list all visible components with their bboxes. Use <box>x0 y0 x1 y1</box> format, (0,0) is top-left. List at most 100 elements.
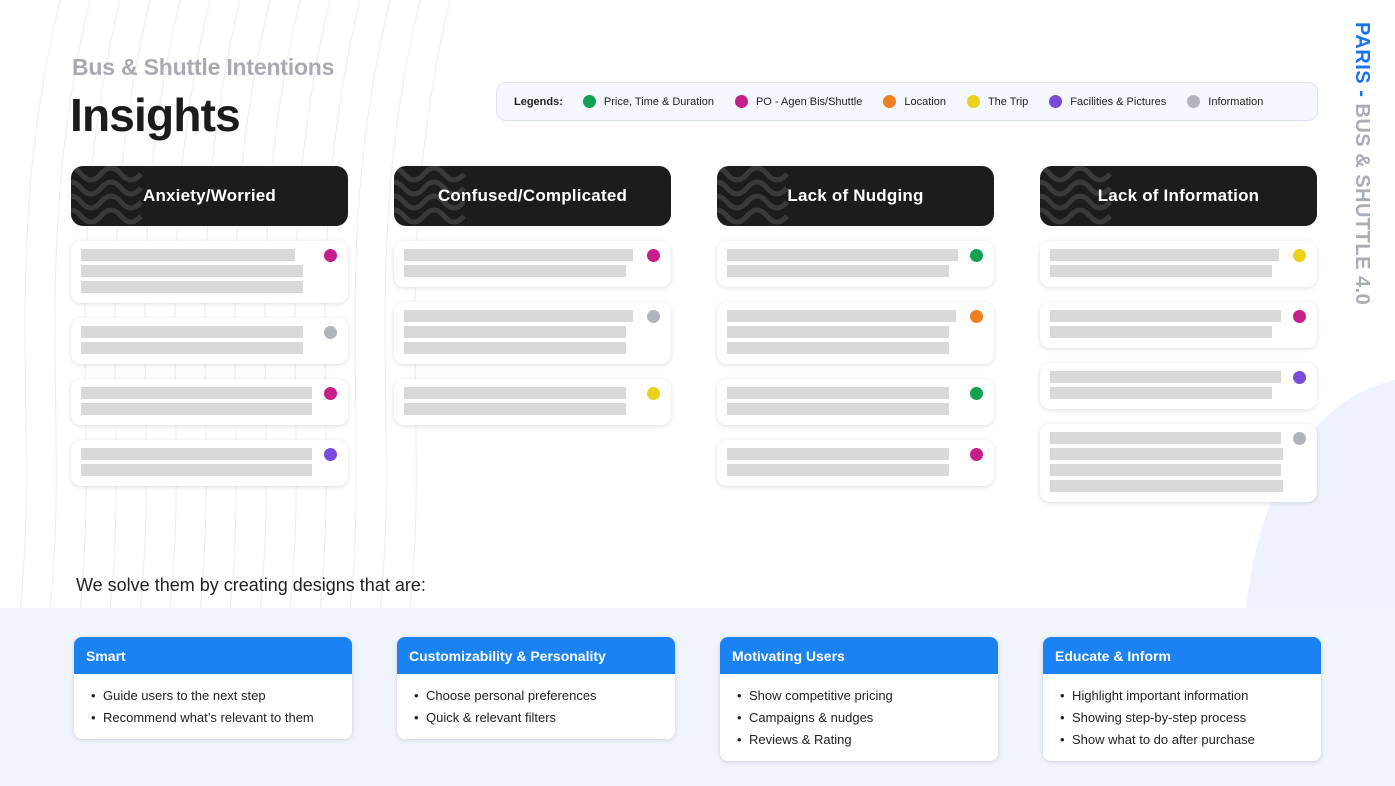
redacted-text <box>1050 326 1272 338</box>
redacted-text <box>727 326 949 338</box>
redacted-text <box>1050 387 1272 399</box>
legend-dot-magenta <box>734 95 748 108</box>
redacted-text <box>404 326 626 338</box>
legend-item-facilities: Facilities & Pictures <box>1049 95 1166 108</box>
solution-point: Highlight important information <box>1060 685 1309 707</box>
redacted-text <box>81 265 303 277</box>
column-title: Lack of Information <box>1097 186 1260 205</box>
redacted-text <box>81 448 312 460</box>
insight-card <box>717 379 994 425</box>
page-title: Insights <box>70 89 241 141</box>
legend-label: Information <box>1208 95 1264 108</box>
redacted-text <box>727 464 949 476</box>
redacted-text <box>81 387 312 399</box>
solution-card-customizability: Customizability & Personality Choose per… <box>397 637 675 739</box>
column-title: Lack of Nudging <box>787 186 924 205</box>
legend-dot-gray <box>1187 95 1201 108</box>
legend-item-information: Information <box>1187 95 1263 108</box>
category-dot <box>324 448 337 461</box>
redacted-text <box>1050 480 1283 492</box>
solutions-intro: We solve them by creating designs that a… <box>76 575 426 595</box>
insight-card <box>394 241 671 287</box>
redacted-text <box>1050 464 1281 476</box>
category-dot <box>1293 249 1306 262</box>
redacted-text <box>1050 310 1281 322</box>
legend-box: Legends: Price, Time & Duration PO - Age… <box>496 82 1318 121</box>
wave-pattern-icon <box>717 166 789 225</box>
redacted-text <box>404 310 633 322</box>
redacted-text <box>727 265 949 277</box>
solution-points: Highlight important information Showing … <box>1043 674 1321 761</box>
solution-point: Choose personal preferences <box>414 685 663 707</box>
legend-item-trip: The Trip <box>966 95 1028 108</box>
redacted-text <box>81 249 295 261</box>
category-dot <box>647 387 660 400</box>
column-header: Lack of Nudging <box>717 166 994 226</box>
redacted-text <box>404 403 626 415</box>
solution-point: Show what to do after purchase <box>1060 729 1309 751</box>
insight-card <box>394 379 671 425</box>
column-title: Anxiety/Worried <box>142 186 277 205</box>
redacted-text <box>727 342 949 354</box>
page-subtitle: Bus & Shuttle Intentions <box>72 54 335 80</box>
solution-point: Guide users to the next step <box>91 685 340 707</box>
insight-card <box>1040 241 1317 287</box>
legend-label: Price, Time & Duration <box>603 95 714 108</box>
category-dot <box>1293 310 1306 323</box>
vertical-title-part2: BUS & SHUTTLE 4.0 <box>1351 103 1373 306</box>
solution-title: Motivating Users <box>720 637 998 674</box>
solution-point: Quick & relevant filters <box>414 707 663 729</box>
redacted-text <box>81 342 303 354</box>
redacted-text <box>1050 432 1281 444</box>
insight-column: Anxiety/Worried <box>71 166 348 486</box>
category-dot <box>1293 371 1306 384</box>
insight-card <box>717 302 994 364</box>
solution-point: Reviews & Rating <box>737 729 986 751</box>
legend-dot-green <box>582 95 596 108</box>
solution-point: Show competitive pricing <box>737 685 986 707</box>
legend-dot-purple <box>1049 95 1063 108</box>
insight-column: Lack of Information <box>1040 166 1317 502</box>
redacted-text <box>81 403 312 415</box>
legend-label: Location <box>904 95 946 108</box>
solution-title: Educate & Inform <box>1043 637 1321 674</box>
redacted-text <box>404 249 633 261</box>
column-header: Confused/Complicated <box>394 166 671 226</box>
redacted-text <box>727 448 949 460</box>
insight-card <box>71 379 348 425</box>
category-dot <box>647 249 660 262</box>
redacted-text <box>404 387 626 399</box>
redacted-text <box>1050 448 1283 460</box>
legend-dot-orange <box>883 95 897 108</box>
redacted-text <box>727 387 949 399</box>
solution-title: Customizability & Personality <box>397 637 675 674</box>
insight-card <box>1040 363 1317 409</box>
redacted-text <box>81 326 303 338</box>
insight-card <box>717 440 994 486</box>
solution-points: Show competitive pricing Campaigns & nud… <box>720 674 998 761</box>
redacted-text <box>1050 371 1281 383</box>
redacted-text <box>727 403 949 415</box>
category-dot <box>970 249 983 262</box>
redacted-text <box>81 464 312 476</box>
solution-point: Recommend what’s relevant to them <box>91 707 340 729</box>
legend-dot-yellow <box>966 95 980 108</box>
insight-card <box>1040 424 1317 502</box>
legend-item-po: PO - Agen Bis/Shuttle <box>734 95 862 108</box>
redacted-text <box>727 249 958 261</box>
solution-points: Choose personal preferences Quick & rele… <box>397 674 675 739</box>
column-header: Lack of Information <box>1040 166 1317 226</box>
category-dot <box>324 249 337 262</box>
insight-card <box>71 440 348 486</box>
solution-point: Showing step-by-step process <box>1060 707 1309 729</box>
solution-point: Campaigns & nudges <box>737 707 986 729</box>
category-dot <box>324 326 337 339</box>
redacted-text <box>1050 265 1272 277</box>
insight-card <box>1040 302 1317 348</box>
legend-item-location: Location <box>883 95 946 108</box>
column-title: Confused/Complicated <box>437 186 628 205</box>
insight-card <box>394 302 671 364</box>
category-dot <box>647 310 660 323</box>
category-dot <box>1293 432 1306 445</box>
category-dot <box>970 387 983 400</box>
